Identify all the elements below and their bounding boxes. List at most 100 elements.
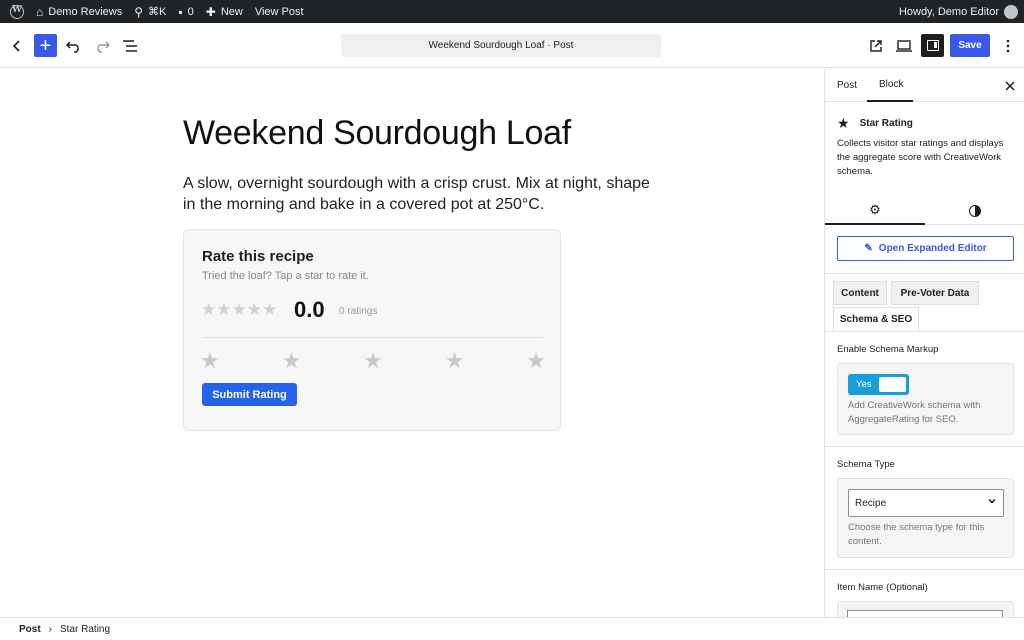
block-inserter-button[interactable]: + — [34, 34, 57, 57]
divider — [825, 446, 1024, 447]
item-name-label: Item Name (Optional) — [837, 582, 928, 593]
comment-icon: ▪ — [178, 4, 183, 19]
block-name: Star Rating — [859, 118, 913, 129]
schema-type-select[interactable]: Recipe — [848, 489, 1004, 517]
comments-link[interactable]: ▪ 0 — [172, 0, 199, 23]
greeting: Howdy, Demo Editor — [898, 5, 999, 18]
schema-type-value: Recipe — [855, 497, 887, 509]
close-icon — [1005, 81, 1015, 91]
desktop-icon — [896, 40, 912, 52]
view-post-link[interactable]: View Post — [249, 0, 310, 23]
plus-icon: + — [39, 34, 52, 57]
more-vertical-icon — [1006, 39, 1010, 53]
breadcrumb-post[interactable]: Post — [19, 624, 41, 635]
site-name-link[interactable]: ⌂ Demo Reviews — [30, 0, 128, 23]
options-menu-button[interactable] — [996, 34, 1020, 58]
gear-icon: ⚙ — [869, 201, 881, 217]
rating-title: Rate this recipe — [202, 248, 314, 265]
wordpress-logo-menu[interactable] — [0, 0, 30, 23]
list-view-icon — [123, 40, 137, 52]
breadcrumb-star-rating[interactable]: Star Rating — [60, 624, 110, 635]
ratings-count: 0 ratings — [339, 306, 378, 317]
tab-settings[interactable]: ⚙ — [825, 196, 925, 225]
block-breadcrumb: Post › Star Rating — [0, 617, 1024, 640]
star-3-icon[interactable]: ★ — [363, 348, 383, 374]
editor-header: + Weekend Sourdough Loaf · Post Save — [0, 23, 1024, 68]
document-bar[interactable]: Weekend Sourdough Loaf · Post — [341, 34, 661, 57]
inspector-tabs: ⚙ — [825, 196, 1024, 225]
tab-content[interactable]: Content — [833, 281, 887, 305]
star-rating-block[interactable]: Rate this recipe Tried the loaf? Tap a s… — [183, 229, 561, 431]
command-palette-button[interactable]: ⚲ ⌘K — [128, 0, 172, 23]
document-title: Weekend Sourdough Loaf · Post — [428, 40, 574, 51]
close-sidebar-button[interactable] — [1005, 78, 1015, 94]
plus-icon: ✚ — [205, 4, 216, 19]
expanded-editor-label: Open Expanded Editor — [878, 243, 987, 254]
star-input-group: ★ ★ ★ ★ ★ — [200, 348, 546, 374]
home-icon: ⌂ — [36, 4, 44, 19]
open-expanded-editor-button[interactable]: ✎ Open Expanded Editor — [837, 236, 1014, 261]
comments-count: 0 — [187, 5, 194, 18]
post-paragraph[interactable]: A slow, overnight sourdough with a crisp… — [183, 173, 653, 215]
undo-button[interactable] — [62, 34, 86, 58]
divider — [825, 273, 1024, 274]
divider — [202, 337, 543, 338]
styles-icon — [969, 204, 981, 217]
toggle-label: Yes — [856, 379, 872, 390]
tab-post[interactable]: Post — [837, 69, 857, 102]
block-card: ★ Star Rating — [837, 115, 913, 132]
editor-canvas: Weekend Sourdough Loaf A slow, overnight… — [0, 69, 824, 617]
schema-type-help: Choose the schema type for this content. — [848, 522, 985, 547]
device-preview-button[interactable] — [892, 34, 916, 58]
sidebar-tabs: Post Block — [825, 69, 1024, 102]
wordpress-icon — [10, 4, 24, 19]
redo-icon — [97, 41, 110, 53]
star-1-icon[interactable]: ★ — [200, 348, 220, 374]
search-icon: ⚲ — [134, 4, 144, 19]
divider — [825, 331, 1024, 332]
toggle-knob — [879, 377, 906, 392]
star-2-icon[interactable]: ★ — [282, 348, 302, 374]
view-post-button[interactable] — [864, 34, 888, 58]
star-5-icon[interactable]: ★ — [526, 348, 546, 374]
submit-rating-button[interactable]: Submit Rating — [202, 383, 297, 406]
tab-styles[interactable] — [925, 196, 1024, 225]
schema-markup-label: Enable Schema Markup — [837, 344, 939, 355]
new-label: New — [220, 5, 243, 18]
search-shortcut: ⌘K — [148, 6, 167, 18]
rating-subtitle: Tried the loaf? Tap a star to rate it. — [202, 270, 369, 282]
chevron-down-icon — [987, 496, 997, 509]
block-description: Collects visitor star ratings and displa… — [837, 138, 1004, 177]
back-button[interactable] — [5, 34, 29, 58]
schema-type-label: Schema Type — [837, 459, 895, 470]
chevron-left-icon — [12, 40, 20, 52]
save-button[interactable]: Save — [950, 34, 990, 57]
tab-schema-seo[interactable]: Schema & SEO — [833, 307, 919, 331]
avatar — [1004, 4, 1018, 19]
schema-type-panel: Recipe Choose the schema type for this c… — [837, 478, 1014, 558]
document-overview-button[interactable] — [118, 34, 142, 58]
star-icon: ★ — [837, 115, 850, 131]
sidebar-icon — [926, 40, 939, 51]
schema-markup-toggle[interactable]: Yes — [848, 374, 909, 395]
chevron-right-icon: › — [48, 623, 53, 635]
post-title[interactable]: Weekend Sourdough Loaf — [183, 114, 571, 153]
site-name: Demo Reviews — [48, 5, 123, 18]
settings-toggle-button[interactable] — [921, 34, 944, 57]
aggregate-score: 0.0 — [294, 297, 325, 322]
redo-button[interactable] — [90, 34, 114, 58]
view-post-label: View Post — [254, 5, 304, 18]
new-content-menu[interactable]: ✚ New — [200, 0, 249, 23]
external-link-icon — [870, 40, 882, 52]
settings-sidebar: Post Block ★ Star Rating Collects visito… — [824, 69, 1024, 617]
tab-block[interactable]: Block — [867, 69, 913, 102]
my-account-menu[interactable]: Howdy, Demo Editor — [893, 0, 1024, 23]
pencil-icon: ✎ — [864, 243, 873, 254]
star-4-icon[interactable]: ★ — [445, 348, 465, 374]
schema-markup-help: Add CreativeWork schema with AggregateRa… — [848, 400, 981, 425]
aggregate-stars: ★★★★★ — [201, 300, 278, 319]
tab-pre-voter-data[interactable]: Pre-Voter Data — [891, 281, 979, 305]
undo-icon — [66, 41, 79, 53]
admin-bar: ⌂ Demo Reviews ⚲ ⌘K ▪ 0 ✚ New View Post … — [0, 0, 1024, 23]
item-name-input[interactable] — [847, 610, 1003, 617]
